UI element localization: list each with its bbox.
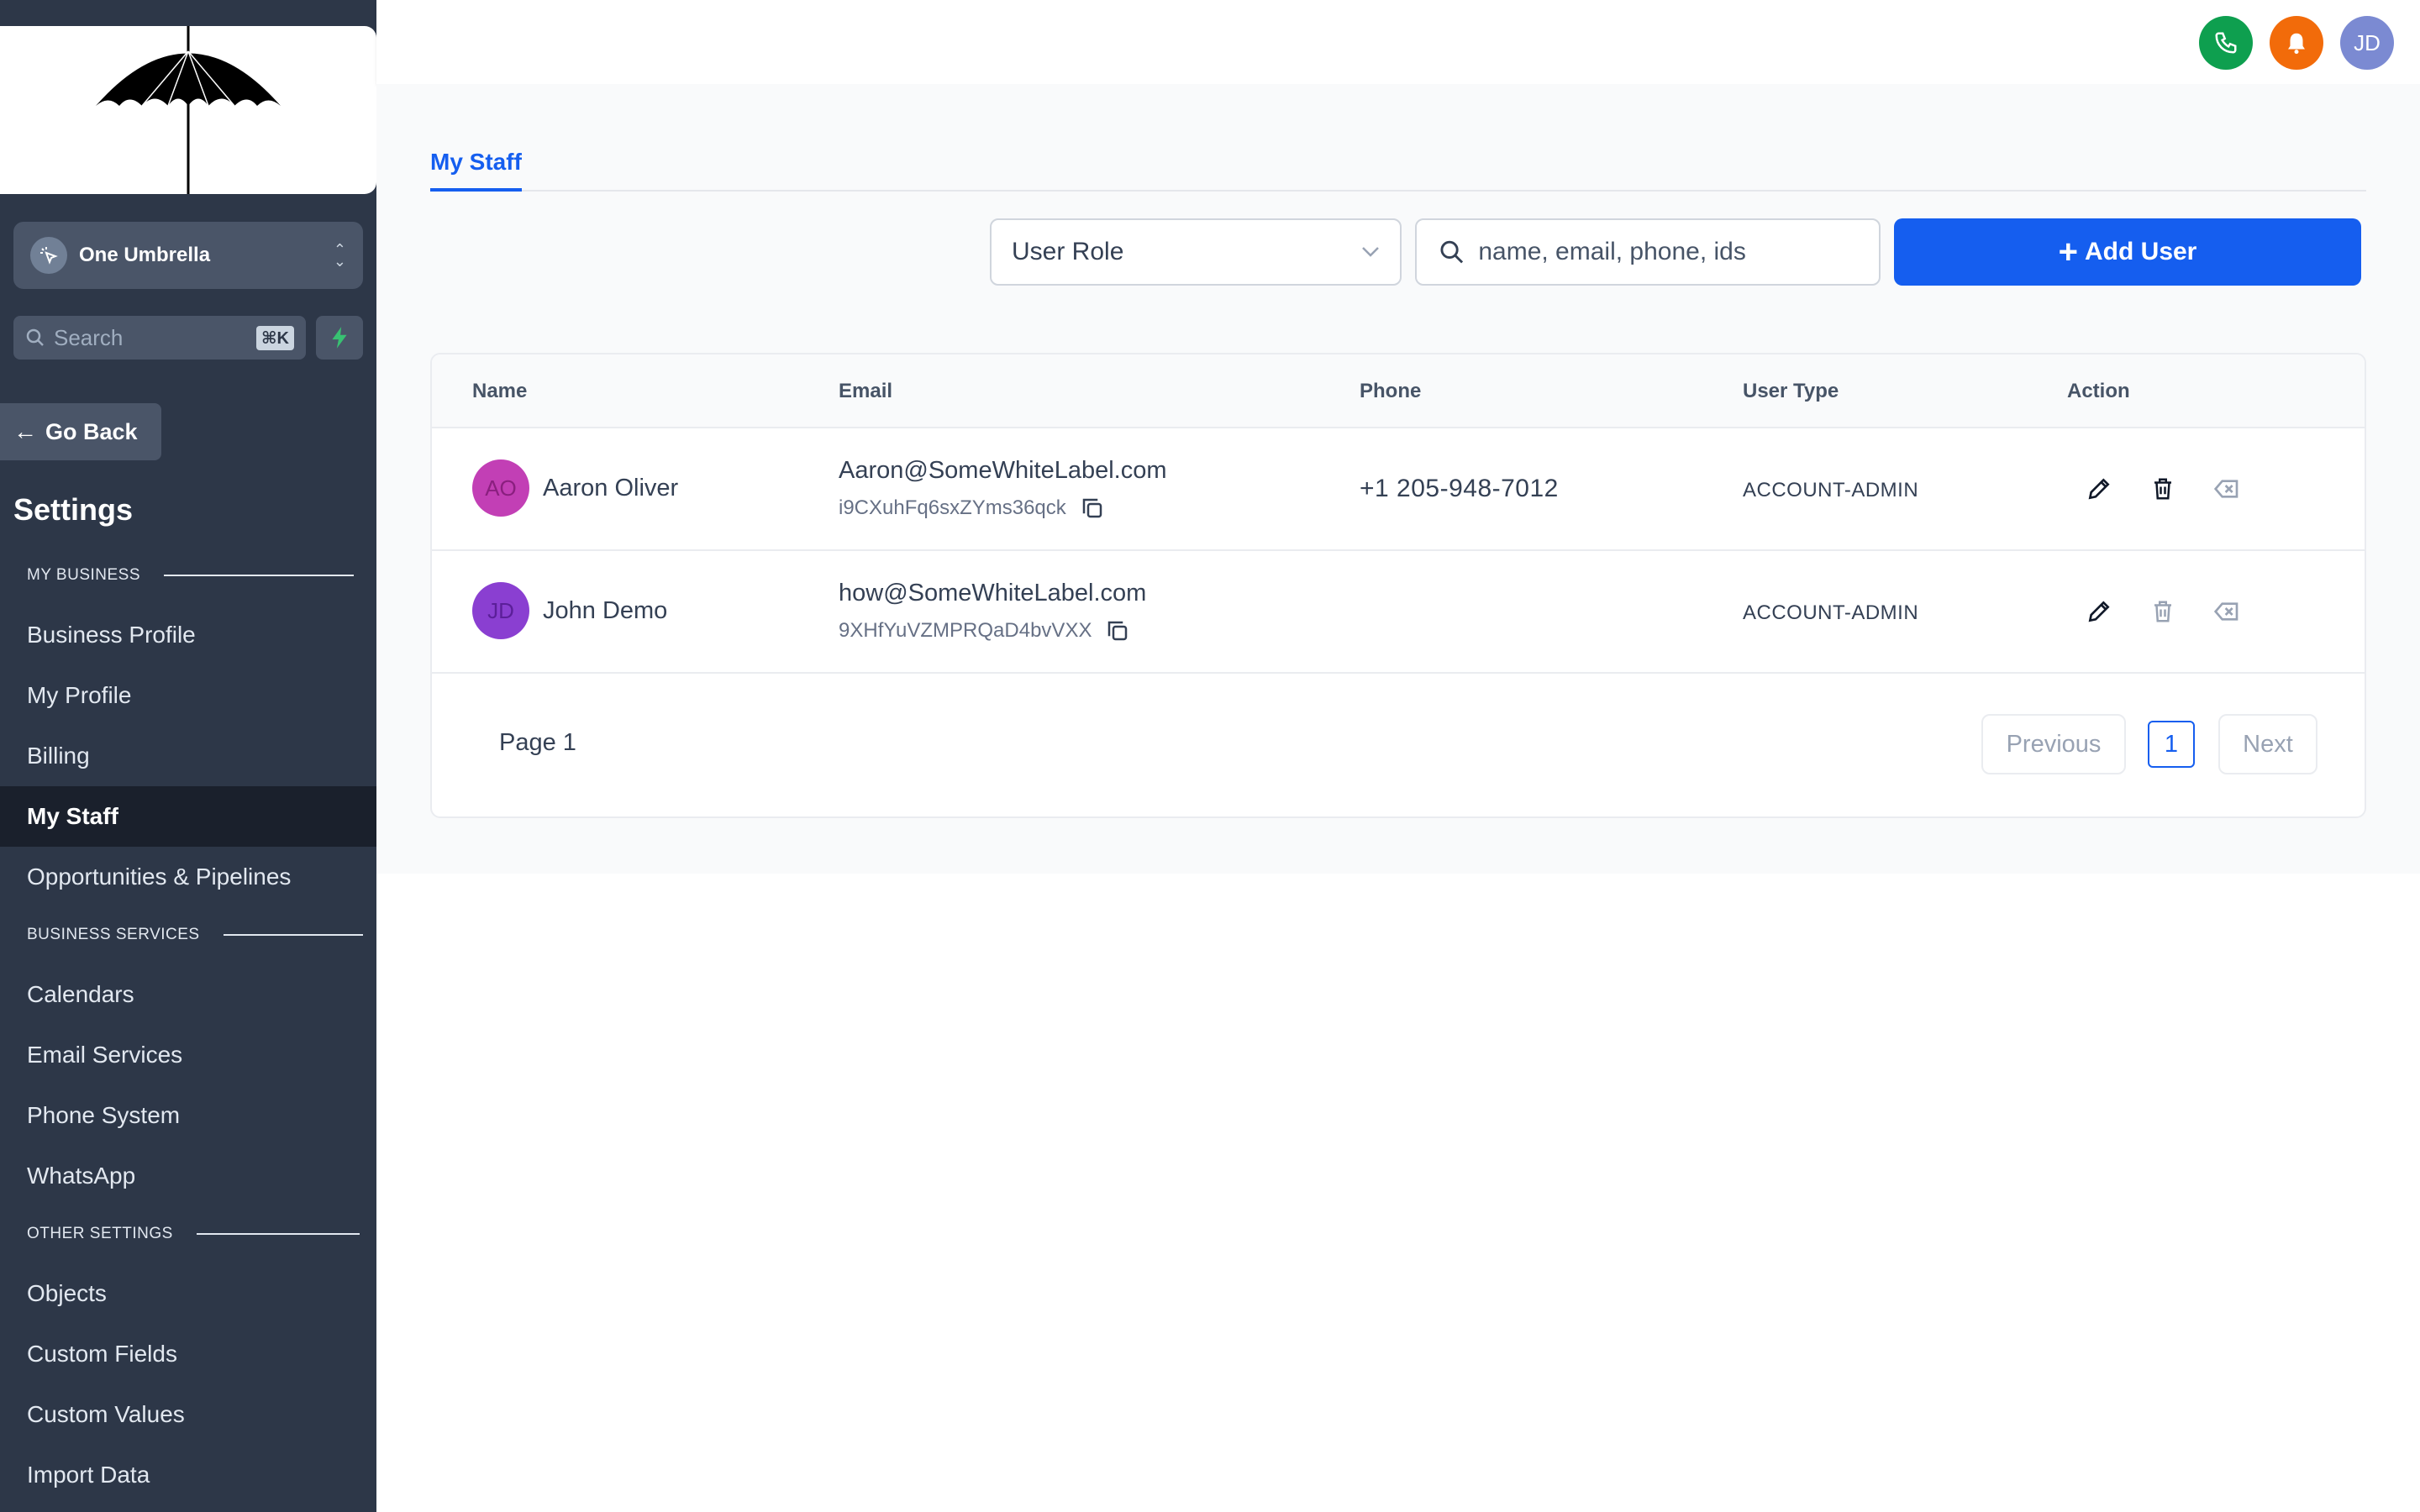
staff-name: John Demo	[543, 597, 668, 624]
search-icon	[26, 328, 44, 346]
lightning-icon	[332, 327, 347, 349]
copy-icon[interactable]	[1105, 618, 1130, 643]
chevron-up-down-icon: ⌃ ⌄	[333, 241, 346, 270]
main-content: My Staff User Role + Add User Name Email…	[376, 84, 2420, 874]
chevron-down-icon	[1362, 247, 1379, 257]
phone-button[interactable]	[2199, 16, 2253, 70]
settings-title: Settings	[13, 492, 134, 527]
staff-user-type: ACCOUNT-ADMIN	[1743, 479, 1919, 501]
staff-search[interactable]	[1415, 218, 1881, 286]
delete-button[interactable]	[2146, 472, 2180, 506]
sidebar-item-business-profile[interactable]: Business Profile	[0, 605, 376, 665]
column-action: Action	[2067, 380, 2130, 402]
sidebar-item-my-profile[interactable]: My Profile	[0, 665, 376, 726]
add-user-label: Add User	[2085, 238, 2197, 265]
backspace-icon	[2213, 480, 2238, 498]
sidebar-item-import-data[interactable]: Import Data	[0, 1445, 376, 1505]
sidebar-item-custom-values[interactable]: Custom Values	[0, 1384, 376, 1445]
staff-id-value: 9XHfYuVZMPRQaD4bvVXX	[839, 619, 1092, 642]
sidebar-item-email-services[interactable]: Email Services	[0, 1025, 376, 1085]
section-title: OTHER SETTINGS	[27, 1225, 173, 1242]
staff-email: how@SomeWhiteLabel.com	[839, 580, 1147, 606]
page-label: Page 1	[499, 729, 576, 756]
quick-actions-button[interactable]	[316, 316, 363, 360]
divider	[196, 1233, 360, 1235]
previous-button[interactable]: Previous	[1981, 714, 2126, 774]
cursor-click-icon	[30, 237, 67, 274]
section-title: BUSINESS SERVICES	[27, 926, 200, 943]
sidebar-item-objects[interactable]: Objects	[0, 1263, 376, 1324]
top-bar: JD	[376, 0, 2420, 84]
next-button[interactable]: Next	[2218, 714, 2317, 774]
section-business-services: BUSINESS SERVICES	[27, 926, 363, 944]
section-other-settings: OTHER SETTINGS	[27, 1225, 360, 1243]
user-role-label: User Role	[1012, 238, 1124, 265]
delete-button[interactable]	[2146, 595, 2180, 628]
pencil-icon	[2088, 601, 2110, 622]
sidebar-item-billing[interactable]: Billing	[0, 726, 376, 786]
sidebar-item-opportunities-pipelines[interactable]: Opportunities & Pipelines	[0, 847, 376, 907]
notifications-button[interactable]	[2270, 16, 2323, 70]
staff-id: 9XHfYuVZMPRQaD4bvVXX	[839, 618, 1130, 643]
account-name: One Umbrella	[79, 244, 211, 266]
go-back-button[interactable]: ← Go Back	[0, 403, 161, 460]
sidebar-search-label: Search	[54, 324, 124, 350]
table-header: Name Email Phone User Type Action	[432, 354, 2365, 428]
tab-bar: My Staff	[430, 143, 2366, 192]
phone-icon	[2215, 32, 2237, 54]
backspace-icon	[2213, 602, 2238, 621]
table-row: AO Aaron Oliver Aaron@SomeWhiteLabel.com…	[432, 428, 2365, 551]
copy-icon[interactable]	[1080, 496, 1105, 521]
avatar: AO	[472, 459, 529, 517]
staff-user-type: ACCOUNT-ADMIN	[1743, 601, 1919, 624]
edit-button[interactable]	[2082, 472, 2116, 506]
search-icon	[1440, 240, 1464, 264]
account-switcher[interactable]: One Umbrella ⌃ ⌄	[13, 222, 363, 289]
table-row: JD John Demo how@SomeWhiteLabel.com 9XHf…	[432, 551, 2365, 674]
remove-button[interactable]	[2210, 595, 2244, 628]
staff-table: Name Email Phone User Type Action AO Aar…	[430, 353, 2366, 818]
sidebar-item-phone-system[interactable]: Phone System	[0, 1085, 376, 1146]
shortcut-badge: ⌘K	[256, 325, 294, 350]
company-logo	[0, 26, 376, 194]
sidebar-item-custom-fields[interactable]: Custom Fields	[0, 1324, 376, 1384]
sidebar-item-calendars[interactable]: Calendars	[0, 964, 376, 1025]
umbrella-icon	[96, 26, 281, 194]
user-role-select[interactable]: User Role	[990, 218, 1402, 286]
trash-icon	[2154, 478, 2171, 500]
divider	[164, 575, 355, 576]
avatar: JD	[472, 582, 529, 639]
bell-icon	[2288, 33, 2305, 55]
user-avatar[interactable]: JD	[2340, 16, 2394, 70]
edit-button[interactable]	[2082, 595, 2116, 628]
pencil-icon	[2088, 478, 2110, 500]
column-user-type: User Type	[1743, 380, 1839, 402]
divider	[223, 934, 363, 936]
sidebar-item-my-staff[interactable]: My Staff	[0, 786, 376, 847]
tab-my-staff[interactable]: My Staff	[430, 143, 522, 192]
column-phone: Phone	[1360, 380, 1422, 402]
staff-id: i9CXuhFq6sxZYms36qck	[839, 496, 1105, 521]
add-user-button[interactable]: + Add User	[1894, 218, 2361, 286]
staff-email: Aaron@SomeWhiteLabel.com	[839, 457, 1167, 484]
plus-icon: +	[2058, 234, 2078, 270]
staff-id-value: i9CXuhFq6sxZYms36qck	[839, 496, 1066, 519]
go-back-label: Go Back	[45, 418, 138, 444]
sidebar-item-whatsapp[interactable]: WhatsApp	[0, 1146, 376, 1206]
column-name: Name	[472, 380, 528, 402]
staff-name: Aaron Oliver	[543, 475, 679, 501]
section-title: MY BUSINESS	[27, 566, 141, 584]
sidebar-search[interactable]: Search ⌘K	[13, 316, 306, 360]
trash-icon	[2154, 601, 2171, 622]
page-number-button[interactable]: 1	[2148, 721, 2195, 768]
search-input[interactable]	[1478, 238, 1857, 266]
staff-phone: +1 205-948-7012	[1360, 475, 1559, 502]
column-email: Email	[839, 380, 893, 402]
sidebar: One Umbrella ⌃ ⌄ Search ⌘K ← Go Back Sett…	[0, 0, 376, 1512]
arrow-left-icon: ←	[13, 418, 37, 444]
section-my-business: MY BUSINESS	[27, 566, 355, 585]
remove-button[interactable]	[2210, 472, 2244, 506]
